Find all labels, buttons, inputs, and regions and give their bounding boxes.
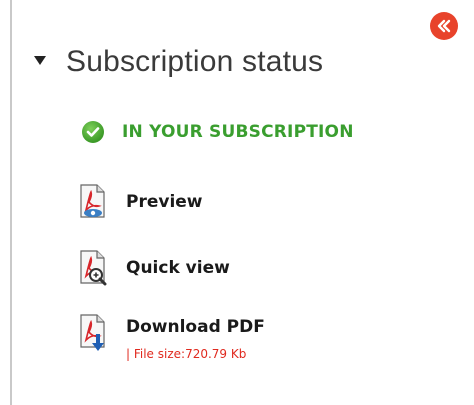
expand-triangle-icon (34, 55, 46, 65)
download-text-group: Download PDF | File size:720.79 Kb (108, 314, 265, 361)
pdf-download-icon (78, 314, 108, 351)
section-title: Subscription status (66, 45, 324, 78)
panel-left-border (10, 0, 12, 405)
pdf-quick-view-icon (78, 250, 108, 286)
preview-label: Preview (126, 192, 203, 212)
section-header[interactable]: Subscription status (34, 40, 323, 84)
check-circle-icon (82, 121, 104, 143)
download-pdf-label: Download PDF (126, 317, 265, 337)
double-chevron-left-icon (437, 19, 451, 33)
subscription-status: IN YOUR SUBSCRIPTION (78, 118, 354, 146)
collapse-button[interactable] (430, 12, 458, 40)
download-pdf-action[interactable]: Download PDF | File size:720.79 Kb (78, 314, 265, 361)
status-label: IN YOUR SUBSCRIPTION (122, 122, 354, 142)
quick-view-label: Quick view (126, 258, 230, 278)
subscription-status-panel: Subscription status IN YOUR SUBSCRIPTION… (0, 0, 474, 405)
quick-view-action[interactable]: Quick view (78, 248, 230, 288)
file-size-text: | File size:720.79 Kb (126, 347, 247, 361)
pdf-preview-icon (78, 184, 108, 220)
preview-action[interactable]: Preview (78, 182, 203, 222)
